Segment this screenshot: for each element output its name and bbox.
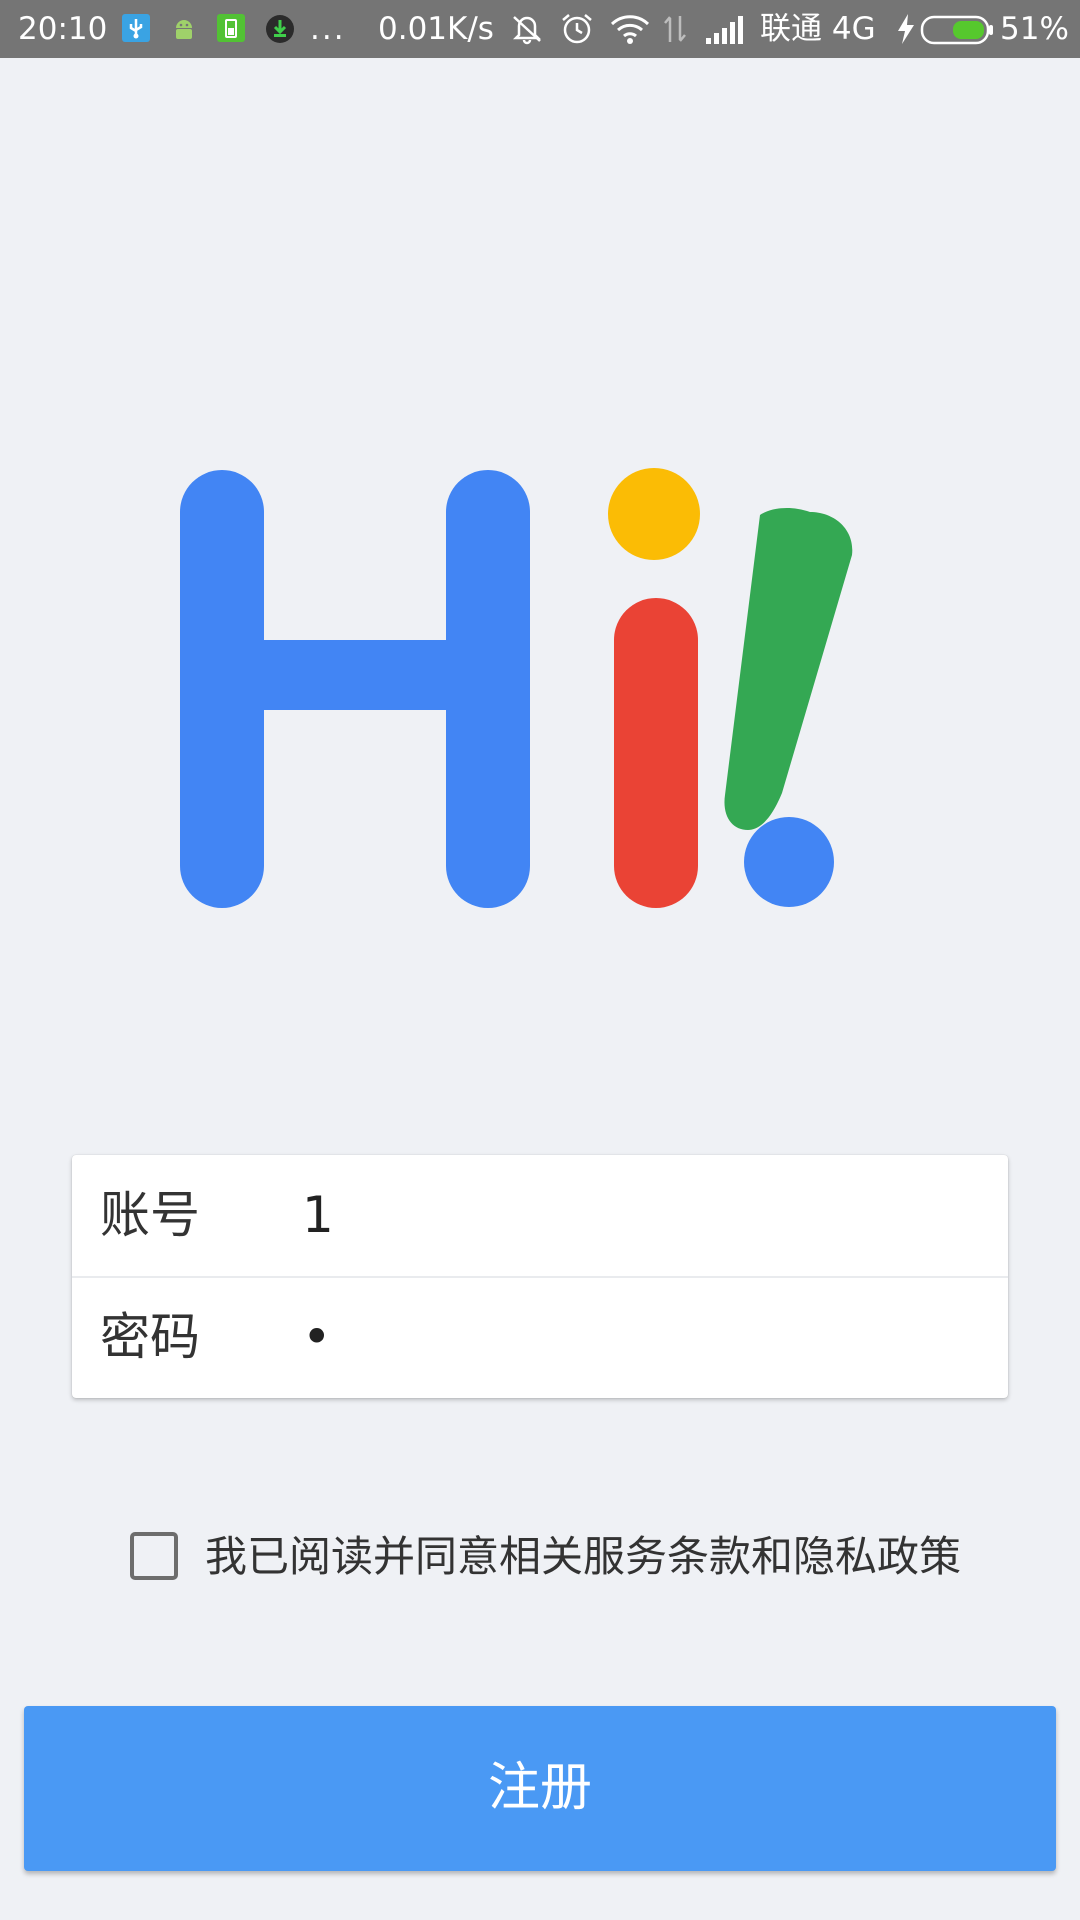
network-speed: 0.01K/s	[378, 11, 494, 47]
logo-h-left-stroke	[180, 470, 264, 908]
logo-exclamation-dot	[744, 817, 834, 907]
password-row: 密码 •	[72, 1277, 1008, 1398]
account-input[interactable]	[302, 1175, 982, 1255]
signal-icon	[704, 16, 744, 52]
logo-h-crossbar	[260, 640, 450, 710]
charging-icon	[896, 14, 916, 52]
register-button[interactable]: 注册	[24, 1706, 1056, 1871]
agreement-row: 我已阅读并同意相关服务条款和隐私政策	[130, 1528, 990, 1588]
logo-i-stem	[614, 598, 698, 908]
password-label: 密码	[100, 1308, 200, 1366]
alarm-icon	[560, 12, 594, 54]
status-bar: 20:10 ... 0.01K/s 联通 4G 51%	[0, 0, 1080, 58]
battery-percent: 51%	[1000, 11, 1069, 47]
download-icon	[265, 14, 295, 52]
mute-icon	[510, 13, 544, 53]
agreement-checkbox[interactable]	[130, 1532, 178, 1580]
account-row: 账号	[72, 1155, 1008, 1278]
data-arrows-icon	[662, 14, 688, 52]
login-form-card: 账号 密码 •	[72, 1155, 1008, 1398]
usb-icon	[122, 14, 150, 50]
agreement-text[interactable]: 我已阅读并同意相关服务条款和隐私政策	[205, 1528, 961, 1586]
password-input[interactable]: •	[302, 1277, 332, 1398]
hi-logo	[170, 460, 910, 920]
android-icon	[170, 14, 198, 50]
more-notifications: ...	[310, 11, 346, 47]
logo-h-right-stroke	[446, 470, 530, 908]
logo-i-dot	[608, 468, 700, 560]
logo-exclamation-stroke	[724, 508, 853, 830]
battery-icon	[920, 15, 994, 53]
battery-saver-icon	[217, 14, 245, 50]
status-time: 20:10	[18, 11, 108, 47]
account-label: 账号	[100, 1186, 200, 1244]
carrier-label: 联通 4G	[760, 11, 876, 47]
wifi-icon	[610, 13, 650, 53]
